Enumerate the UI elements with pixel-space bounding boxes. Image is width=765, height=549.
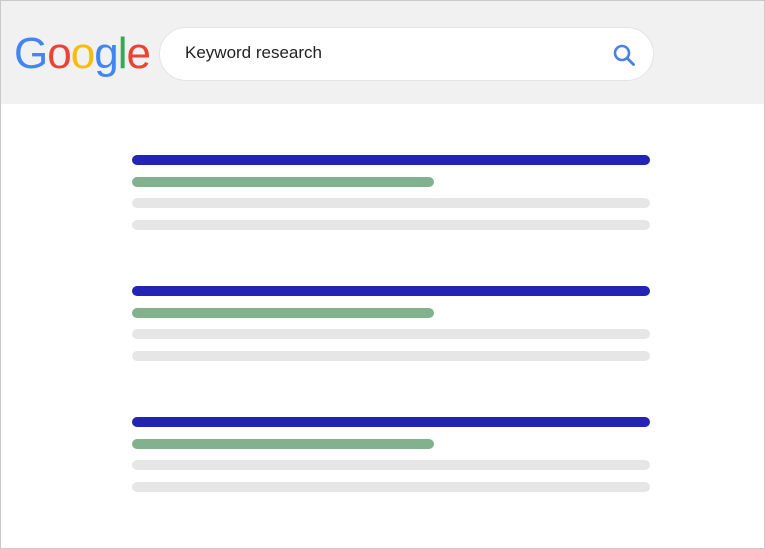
result-snippet-line <box>132 329 650 339</box>
result-url-placeholder <box>132 308 434 318</box>
logo-letter-o2: o <box>70 29 96 78</box>
search-input[interactable]: Keyword research <box>159 27 654 81</box>
search-icon[interactable] <box>612 43 636 67</box>
result-snippet-line <box>132 220 650 230</box>
result-snippet-line <box>132 351 650 361</box>
logo-letter-g2: g <box>94 29 119 78</box>
result-title-placeholder[interactable] <box>132 155 650 165</box>
logo-letter-e: e <box>126 29 151 78</box>
search-result[interactable] <box>132 155 650 235</box>
google-logo[interactable]: Google <box>14 29 151 79</box>
result-url-placeholder <box>132 177 434 187</box>
search-result[interactable] <box>132 286 650 366</box>
result-snippet-line <box>132 460 650 470</box>
browser-frame: Google Keyword research <box>0 0 765 549</box>
search-query-text[interactable]: Keyword research <box>185 43 322 63</box>
logo-letter-l: l <box>117 29 128 78</box>
logo-letter-g1: G <box>14 29 48 78</box>
result-snippet-line <box>132 198 650 208</box>
search-result[interactable] <box>132 417 650 497</box>
result-url-placeholder <box>132 439 434 449</box>
result-title-placeholder[interactable] <box>132 286 650 296</box>
result-title-placeholder[interactable] <box>132 417 650 427</box>
logo-letter-o1: o <box>47 29 72 78</box>
result-snippet-line <box>132 482 650 492</box>
search-header: Google Keyword research <box>1 1 764 104</box>
